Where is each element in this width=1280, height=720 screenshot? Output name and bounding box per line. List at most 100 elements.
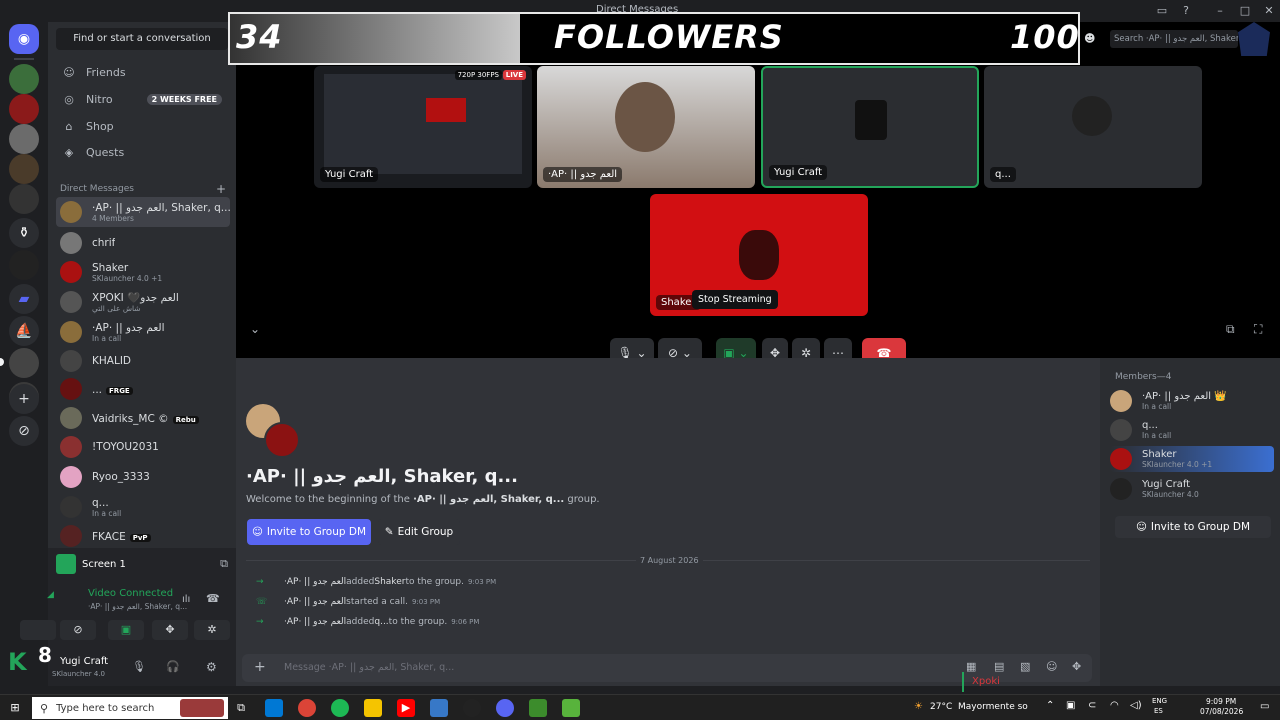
help-icon[interactable]: ? — [1178, 3, 1194, 19]
store-icon[interactable] — [265, 699, 283, 717]
voice-status[interactable]: Video Connected — [40, 588, 180, 599]
popout-icon[interactable]: ⧉ — [220, 557, 228, 571]
dm-item[interactable]: Vaidriks_MC © Rebu — [56, 403, 230, 433]
discord-icon[interactable] — [496, 699, 514, 717]
maximize-icon[interactable]: □ — [1237, 3, 1253, 19]
wifi-icon[interactable]: ◠ — [1110, 700, 1119, 711]
settings-icon[interactable]: ⚙ — [206, 660, 217, 674]
fullscreen-icon[interactable]: ⛶ — [1254, 322, 1262, 337]
server-icon[interactable] — [9, 184, 39, 214]
find-conversation-button[interactable]: Find or start a conversation — [56, 28, 228, 50]
dm-item[interactable]: chrif — [56, 228, 230, 258]
dm-item[interactable]: XPOKI 🖤العم جدو شاش على التي — [56, 287, 230, 317]
edit-group-button[interactable]: ✎ Edit Group — [378, 519, 460, 545]
mic-icon[interactable]: 🎙 — [132, 660, 146, 673]
clock-date[interactable]: 07/08/2026 — [1200, 707, 1243, 716]
dm-item[interactable]: !TOYOU2031 — [56, 432, 230, 462]
guild-tag: FRGE — [106, 386, 133, 395]
noise-icon[interactable]: ılı — [182, 594, 190, 605]
windows-start-icon[interactable]: ⊞ — [6, 699, 24, 717]
app-icon[interactable] — [430, 699, 448, 717]
members-invite-button[interactable]: ☺ Invite to Group DM — [1115, 516, 1271, 538]
member-item[interactable]: Shaker SKlauncher 4.0 +1 — [1110, 446, 1274, 472]
nav-shop[interactable]: ⌂ Shop — [56, 114, 228, 138]
headphones-icon[interactable]: 🎧 — [166, 660, 180, 673]
add-attachment-icon[interactable]: + — [254, 659, 266, 675]
apps-icon[interactable]: ✥ — [1072, 660, 1081, 673]
target[interactable]: Shaker — [374, 577, 405, 587]
timestamp: 9:03 PM — [411, 598, 441, 606]
chrome-icon[interactable] — [298, 699, 316, 717]
share-screen-icon[interactable]: ▣ — [108, 620, 144, 640]
file-explorer-icon[interactable] — [364, 699, 382, 717]
task-view-icon[interactable]: ⧉ — [232, 699, 250, 717]
minecraft-icon[interactable] — [529, 699, 547, 717]
inbox-icon[interactable]: ▭ — [1154, 3, 1170, 19]
server-icon[interactable] — [9, 64, 39, 94]
chevron-down-icon[interactable]: ⌄ — [250, 322, 260, 336]
popout-icon[interactable]: ⧉ — [1226, 322, 1235, 337]
dm-item[interactable]: Ryoo_3333 — [56, 462, 230, 492]
youtube-icon[interactable]: ▶ — [397, 699, 415, 717]
avatar — [1110, 448, 1132, 470]
server-icon[interactable]: ⛵ — [9, 316, 39, 346]
dm-item[interactable]: KHALID — [56, 346, 230, 376]
notification-icon[interactable]: ▭ — [1260, 701, 1269, 712]
minecraft-icon[interactable] — [562, 699, 580, 717]
actor[interactable]: ·AP· || العم جدو — [284, 577, 346, 587]
member-item[interactable]: q... In a call — [1110, 417, 1270, 443]
usb-icon[interactable]: ⊂ — [1088, 700, 1096, 711]
nav-nitro[interactable]: ◎ Nitro 2 WEEKS FREE — [56, 87, 228, 111]
disconnect-icon[interactable]: ☎ — [206, 592, 220, 605]
discover-icon[interactable]: ⊘ — [9, 416, 39, 446]
create-dm-icon[interactable]: + — [216, 182, 226, 196]
volume-icon[interactable]: ◁) — [1130, 700, 1142, 711]
camera-tile[interactable]: ·AP· || العم جدو — [537, 66, 755, 188]
nav-quests[interactable]: ◈ Quests — [56, 140, 228, 164]
folder-icon[interactable]: ▰ — [9, 284, 39, 314]
stream-preview[interactable]: Screen 1 ⧉ — [56, 554, 228, 574]
actor[interactable]: ·AP· || العم جدو — [284, 617, 346, 627]
camera-off-icon[interactable]: ⊘ — [60, 620, 96, 640]
stream-tile[interactable]: 720P 30FPS LIVE Yugi Craft — [314, 66, 532, 188]
dm-item[interactable]: ·AP· || العم جدو, Shaker, q... 4 Members — [56, 197, 231, 227]
video-button[interactable] — [20, 620, 56, 640]
server-icon[interactable] — [9, 124, 39, 154]
dm-item[interactable]: ... FRGE — [56, 374, 230, 404]
header-search[interactable]: Search ·AP· || العم جدو, Shaker, — [1110, 30, 1238, 48]
server-icon[interactable]: ⚱ — [9, 218, 39, 248]
server-icon[interactable] — [9, 94, 39, 124]
add-server-icon[interactable]: + — [9, 384, 39, 414]
lang-bottom[interactable]: ES — [1154, 707, 1163, 715]
dm-item[interactable]: q... In a call — [56, 492, 230, 522]
lang-top[interactable]: ENG — [1152, 697, 1167, 705]
obs-icon[interactable] — [463, 699, 481, 717]
sticker-icon[interactable]: ▧ — [1020, 660, 1030, 673]
spotify-icon[interactable] — [331, 699, 349, 717]
dm-item[interactable]: ·AP· || العم جدو In a call — [56, 317, 230, 347]
activity-icon[interactable]: ✥ — [152, 620, 188, 640]
server-icon[interactable] — [9, 348, 39, 378]
close-icon[interactable]: ✕ — [1261, 3, 1277, 19]
chevron-up-icon[interactable]: ⌃ — [1046, 700, 1054, 711]
tray-icon[interactable]: ▣ — [1066, 700, 1075, 711]
soundboard-icon[interactable]: ✲ — [194, 620, 230, 640]
add-friends-icon[interactable]: ☻ — [1084, 32, 1095, 45]
member-item[interactable]: Yugi Craft SKlauncher 4.0 — [1110, 476, 1270, 502]
member-item[interactable]: ·AP· || العم جدو 👑 In a call — [1110, 388, 1270, 414]
dm-item[interactable]: Shaker SKlauncher 4.0 +1 — [56, 257, 230, 287]
participant-tile[interactable]: Yugi Craft — [761, 66, 979, 188]
target[interactable]: q... — [374, 617, 388, 627]
emoji-icon[interactable]: ☺ — [1046, 660, 1057, 673]
invite-button[interactable]: ☺ Invite to Group DM — [247, 519, 371, 545]
server-icon[interactable] — [9, 250, 39, 280]
minimize-icon[interactable]: – — [1212, 3, 1228, 19]
server-icon[interactable] — [9, 154, 39, 184]
dm-item[interactable]: FKACE PvP — [56, 521, 230, 551]
discord-home-icon[interactable]: ◉ — [9, 24, 39, 54]
nav-friends[interactable]: ☺ Friends — [56, 60, 228, 84]
participant-tile[interactable]: q... — [984, 66, 1202, 188]
clock-time[interactable]: 9:09 PM — [1206, 697, 1236, 706]
user-name[interactable]: Yugi Craft — [60, 656, 108, 667]
actor[interactable]: ·AP· || العم جدو — [284, 597, 346, 607]
